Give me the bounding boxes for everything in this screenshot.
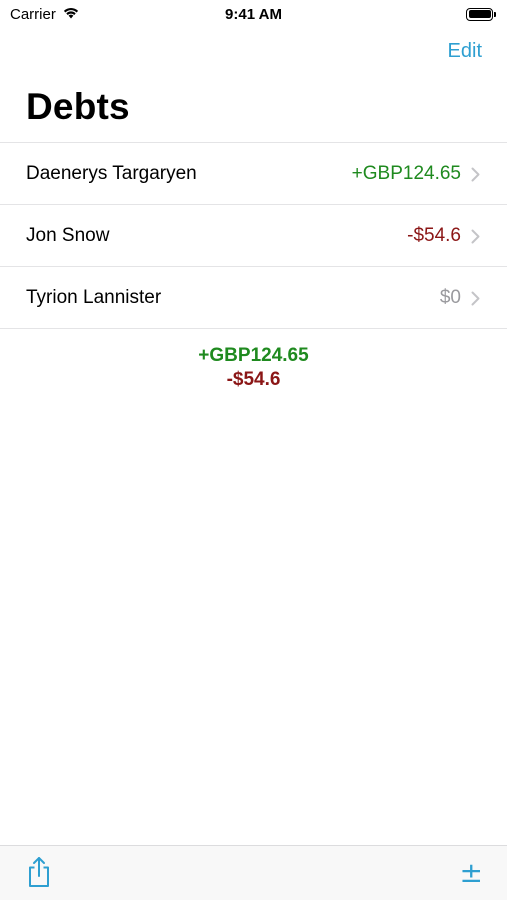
edit-button[interactable]: Edit <box>448 40 482 63</box>
status-left: Carrier <box>10 6 80 23</box>
debt-name: Jon Snow <box>26 225 110 246</box>
debt-name: Daenerys Targaryen <box>26 163 197 184</box>
debt-amount: -$54.6 <box>407 225 461 246</box>
battery-icon <box>466 7 496 21</box>
chevron-right-icon <box>471 228 481 244</box>
debt-amount: $0 <box>439 287 461 308</box>
total-amount: -$54.6 <box>226 369 281 390</box>
list-item-debt[interactable]: Jon Snow -$54.6 <box>0 205 507 267</box>
chevron-right-icon <box>471 166 481 182</box>
bottom-toolbar: ± <box>0 845 507 900</box>
carrier-label: Carrier <box>10 5 56 23</box>
list-item-debt[interactable]: Daenerys Targaryen +GBP124.65 <box>0 143 507 205</box>
share-icon <box>26 856 52 891</box>
chevron-right-icon <box>471 290 481 306</box>
wifi-icon <box>62 6 80 23</box>
status-bar: Carrier 9:41 AM <box>0 0 507 28</box>
totals-summary: +GBP124.65 -$54.6 <box>0 344 507 392</box>
plus-minus-button[interactable]: ± <box>460 859 483 887</box>
share-button[interactable] <box>26 856 52 891</box>
debts-screen: Carrier 9:41 AM Edit Debts Daenerys Targ… <box>0 0 507 900</box>
debt-name: Tyrion Lannister <box>26 287 162 308</box>
debt-amount: +GBP124.65 <box>351 163 461 184</box>
page-title: Debts <box>26 86 130 127</box>
list-item-debt[interactable]: Tyrion Lannister $0 <box>0 267 507 329</box>
total-amount: +GBP124.65 <box>198 345 309 366</box>
battery-level <box>468 10 491 18</box>
debt-list: Daenerys Targaryen +GBP124.65 Jon Snow -… <box>0 142 507 329</box>
plus-minus-icon: ± <box>459 856 483 889</box>
